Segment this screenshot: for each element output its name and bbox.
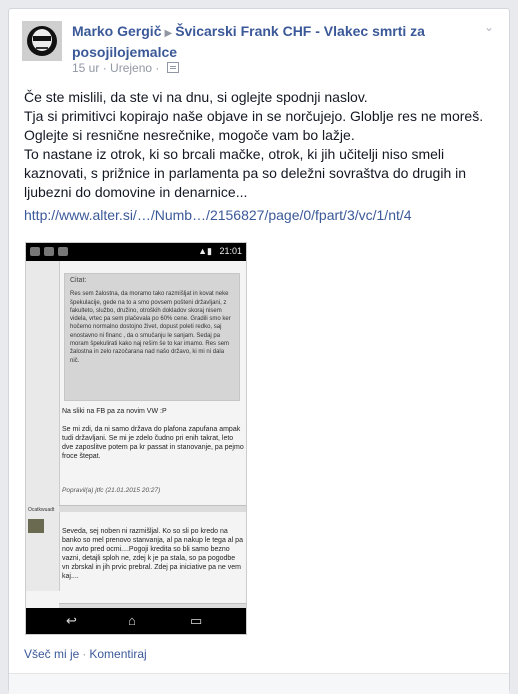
author-name[interactable]: Marko Gergič [72,23,161,39]
post-separator [59,505,246,512]
post-line: Oglejte si resnične nesrečnike, mogoče v… [24,127,355,143]
avatar-image [22,21,62,61]
notification-icon [44,247,54,256]
post-time[interactable]: 15 ur [72,61,99,75]
quote-block: Citat: Res sem žalostna, da moramo tako … [64,273,240,401]
messenger-icon [30,247,40,256]
post-link[interactable]: http://www.alter.si/…/Numb…/2156827/page… [24,207,412,223]
phone-time: 21:01 [219,246,242,256]
comment-link[interactable]: Komentiraj [89,647,146,661]
post-line: Tja si primitivci kopirajo naše objave i… [24,108,484,124]
post-actions: Všeč mi je · Komentiraj [24,647,147,661]
recent-apps-icon: ▭ [190,613,203,628]
post-line: ljubezni do domovine in denarnice... [24,184,248,200]
chevron-down-icon[interactable]: ⌄ [481,20,497,36]
avatar[interactable] [22,21,62,61]
post-header: Marko Gergič ▶ Švicarski Frank CHF - Vlake… [72,22,482,62]
action-separator: · [82,647,87,661]
post-message: Če ste mislili, da ste vi na dnu, si ogl… [24,88,504,202]
phone-nav-bar: ↩ ⌂ ▭ [26,608,246,634]
back-icon: ↩ [66,613,77,628]
post-meta: 15 ur · Urejeno · [72,61,179,75]
meta-separator: · [155,61,163,75]
post-card: Marko Gergič ▶ Švicarski Frank CHF - Vlake… [8,8,510,694]
quote-text: Res sem žalostna, da moramo tako razmišl… [70,291,231,364]
reply-text: Se mi zdi, da ni samo država do plafona … [62,426,244,460]
home-icon: ⌂ [128,613,136,628]
reply-text: Na sliki na FB pa za novim VW :P [62,408,167,415]
edited-note: Popravil(a) jtfc (21.01.2015 20:27) [62,487,161,494]
quote-label: Citat: [70,277,87,284]
like-link[interactable]: Všeč mi je [24,647,79,661]
comment-area [9,673,509,694]
notification-icon [58,247,68,256]
meta-separator: · [102,61,111,75]
post-line: Če ste mislili, da ste vi na dnu, si ogl… [24,89,368,105]
post-line: To nastane iz otrok, ki so brcali mačke,… [24,146,445,162]
attached-screenshot[interactable]: ▲▮ 21:01 Citat: Res sem žalostna, da mor… [25,242,247,635]
forum-nick: Ocatkwuadt [28,507,55,513]
share-arrow-icon: ▶ [164,28,173,39]
edited-label[interactable]: Urejeno [110,61,152,75]
audience-icon[interactable] [166,62,179,73]
forum-user-column [26,261,60,591]
phone-status-bar: ▲▮ 21:01 [26,243,246,261]
reply-text: Seveda, sej noben ni razmišljal. Ko so s… [62,528,243,580]
forum-avatar [28,519,44,533]
post-line: kaznovati, s prižnice in parlamenta pa s… [24,165,467,181]
signal-icon: ▲▮ [198,246,212,256]
